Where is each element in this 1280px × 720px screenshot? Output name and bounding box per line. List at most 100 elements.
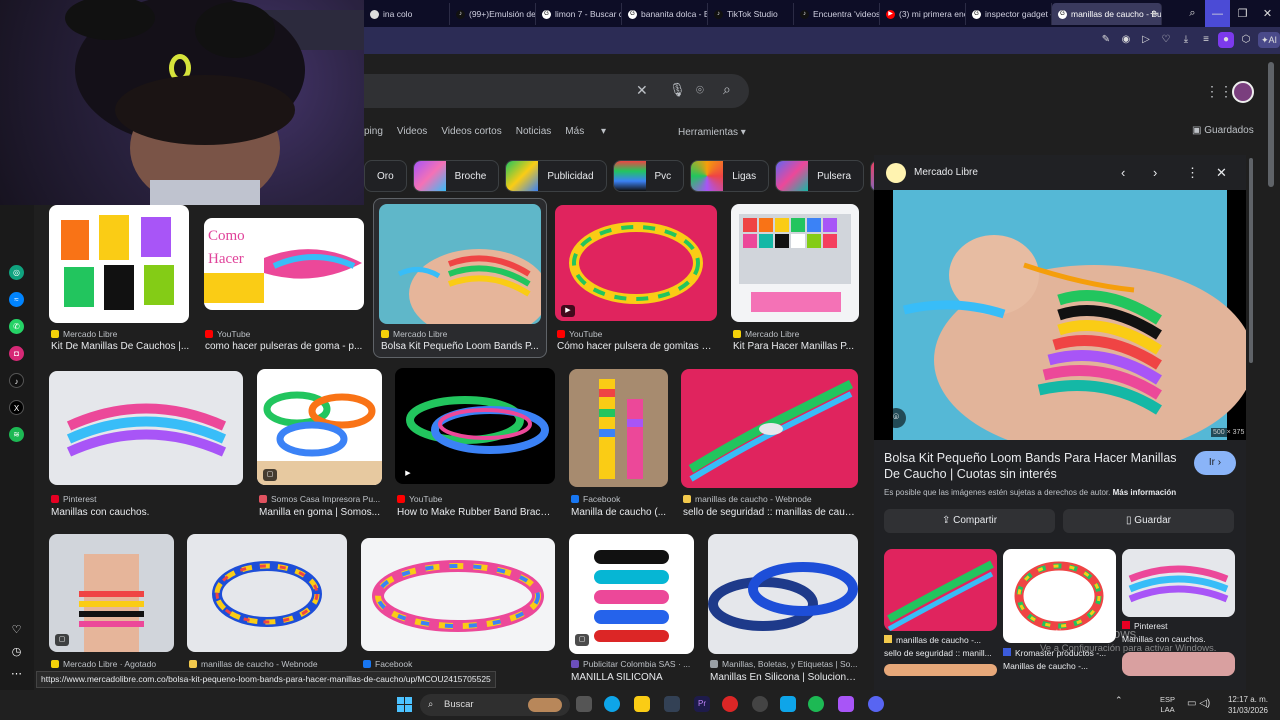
browser-tab[interactable]: Ginspector gadget - <box>966 3 1052 25</box>
close-window-button[interactable]: ✕ <box>1255 0 1280 27</box>
tab-more[interactable]: Más ▾ <box>565 126 606 142</box>
tab-videos[interactable]: Videos <box>397 126 427 142</box>
related-title[interactable]: sello de seguridad :: manill... <box>884 648 992 658</box>
clock[interactable]: 12:17 a. m. 31/03/2026 <box>1224 694 1268 716</box>
result-title[interactable]: Kit De Manillas De Cauchos |... <box>51 341 191 352</box>
next-icon[interactable]: › <box>1153 165 1157 180</box>
prev-icon[interactable]: ‹ <box>1121 165 1125 180</box>
result-title[interactable]: Manillas En Silicona | Solucione... <box>710 672 858 683</box>
tab-news[interactable]: Noticias <box>516 126 552 142</box>
close-icon[interactable]: ✕ <box>1216 165 1227 181</box>
chip-publicidad[interactable]: Publicidad <box>505 160 607 192</box>
panel-scrollbar[interactable] <box>1249 158 1253 363</box>
menu-icon[interactable]: ≡ <box>1198 32 1214 48</box>
opera-icon[interactable] <box>722 696 738 712</box>
premiere-icon[interactable]: Pr <box>694 696 710 712</box>
related-thumbnail[interactable] <box>1122 549 1235 617</box>
result-thumbnail[interactable] <box>49 371 243 485</box>
messenger-icon[interactable]: ≈ <box>9 292 24 307</box>
browser-tab[interactable]: Glimon 7 - Buscar co <box>536 3 622 25</box>
result-thumbnail[interactable] <box>379 204 541 324</box>
maximize-button[interactable]: ❐ <box>1230 0 1255 27</box>
result-title[interactable]: Manilla de caucho (... <box>571 507 668 518</box>
spotify-icon[interactable] <box>808 696 824 712</box>
result-thumbnail[interactable]: Como Hacer <box>204 218 364 310</box>
result-title[interactable]: Kit Para Hacer Manillas P... <box>733 341 859 352</box>
more-info-link[interactable]: Más información <box>1113 488 1177 497</box>
related-thumbnail[interactable] <box>884 549 997 631</box>
visit-button[interactable]: Ir › <box>1194 451 1236 475</box>
result-title[interactable]: Manilla en goma | Somos... <box>259 507 384 518</box>
result-thumbnail[interactable] <box>49 205 189 323</box>
clear-icon[interactable]: ✕ <box>636 82 648 99</box>
history-icon[interactable]: ◷ <box>9 645 24 660</box>
preview-image[interactable]: ⌾ <box>874 190 1254 455</box>
related-title[interactable]: Manillas de caucho -... <box>1003 661 1088 671</box>
x-icon[interactable]: X <box>9 400 24 415</box>
profile-icon[interactable]: ● <box>1218 32 1234 48</box>
chip-pvc[interactable]: Pvc <box>612 160 685 192</box>
panel-source[interactable]: Mercado Libre <box>914 167 978 178</box>
browser-tab[interactable]: ▶ (3) mi primera enc <box>880 3 966 25</box>
obs-icon[interactable] <box>752 696 768 712</box>
download-icon[interactable]: ⤓ <box>1178 32 1194 48</box>
system-tray[interactable]: ⌃ <box>1115 695 1128 706</box>
result-title[interactable]: MANILLA SILICONA <box>571 672 694 683</box>
lens-icon[interactable]: ⌾ <box>696 82 704 98</box>
share-button[interactable]: ⇪ Compartir <box>884 509 1055 533</box>
chip-broche[interactable]: Broche <box>412 160 500 192</box>
result-thumbnail[interactable] <box>187 534 347 652</box>
result-thumbnail[interactable] <box>708 534 858 654</box>
spotify-icon[interactable]: ≋ <box>9 427 24 442</box>
more-icon[interactable]: ⋯ <box>9 667 24 682</box>
whatsapp-icon[interactable]: ✆ <box>9 319 24 334</box>
result-thumbnail[interactable]: ▢ <box>569 534 694 654</box>
related-thumbnail[interactable] <box>884 664 997 676</box>
windows-start-icon[interactable] <box>397 697 412 712</box>
edge-icon[interactable] <box>604 696 620 712</box>
heart-icon[interactable]: ♡ <box>1158 32 1174 48</box>
result-title[interactable]: Manillas con cauchos. <box>51 507 241 518</box>
browser-tab[interactable]: ♪ TikTok Studio <box>708 3 794 25</box>
saved-button[interactable]: ▣ Guardados <box>1192 125 1254 136</box>
tiktok-icon[interactable]: ♪ <box>9 373 24 388</box>
minimize-button[interactable]: — <box>1205 0 1230 27</box>
tab-shopping[interactable]: ping <box>364 126 383 142</box>
result-thumbnail[interactable] <box>731 204 859 322</box>
result-thumbnail[interactable] <box>361 538 555 651</box>
file-explorer-icon[interactable] <box>634 696 650 712</box>
extensions-icon[interactable]: ⬡ <box>1238 32 1254 48</box>
result-thumbnail[interactable] <box>569 369 668 487</box>
network-volume-icons[interactable]: ▭ ◁) <box>1187 698 1210 709</box>
result-thumbnail[interactable]: ▢ <box>49 534 174 652</box>
related-thumbnail[interactable] <box>1122 652 1235 676</box>
app-icon[interactable] <box>780 696 796 712</box>
result-title[interactable]: como hacer pulseras de goma - p... <box>205 341 365 352</box>
discord-icon[interactable] <box>868 696 884 712</box>
store-icon[interactable] <box>664 696 680 712</box>
camera-icon[interactable]: ◉ <box>1118 32 1134 48</box>
instagram-icon[interactable]: ◘ <box>9 346 24 361</box>
search-icon[interactable]: ⌕ <box>723 81 731 98</box>
browser-tab[interactable]: ♪ Encuentra 'videos c <box>794 3 880 25</box>
new-tab-button[interactable]: + <box>1146 5 1162 21</box>
chip-ligas[interactable]: Ligas <box>690 160 770 192</box>
heart-icon[interactable]: ♡ <box>9 623 24 638</box>
avatar[interactable] <box>1232 81 1254 103</box>
result-title[interactable]: sello de seguridad :: manillas de caucho <box>683 507 858 518</box>
result-thumbnail[interactable]: ▶ <box>555 205 717 321</box>
app-icon[interactable] <box>838 696 854 712</box>
language-indicator[interactable]: ESP LAA <box>1160 695 1175 715</box>
browser-tab[interactable]: ♪(99+)Emulsión de S <box>450 3 536 25</box>
save-button[interactable]: ▯ Guardar <box>1063 509 1234 533</box>
task-view-icon[interactable] <box>576 696 592 712</box>
chatgpt-icon[interactable]: ◎ <box>9 265 24 280</box>
tools-button[interactable]: Herramientas ▾ <box>678 127 746 138</box>
search-tabs-icon[interactable]: ⌕ <box>1180 0 1205 27</box>
result-thumbnail[interactable] <box>681 369 858 488</box>
page-scrollbar[interactable] <box>1268 62 1274 187</box>
ai-button[interactable]: ✦AI <box>1258 32 1280 48</box>
result-thumbnail[interactable]: ▶ <box>395 368 555 484</box>
microphone-icon[interactable]: 🎙︎ <box>669 82 686 98</box>
result-title[interactable]: How to Make Rubber Band Bracel... <box>397 507 555 518</box>
